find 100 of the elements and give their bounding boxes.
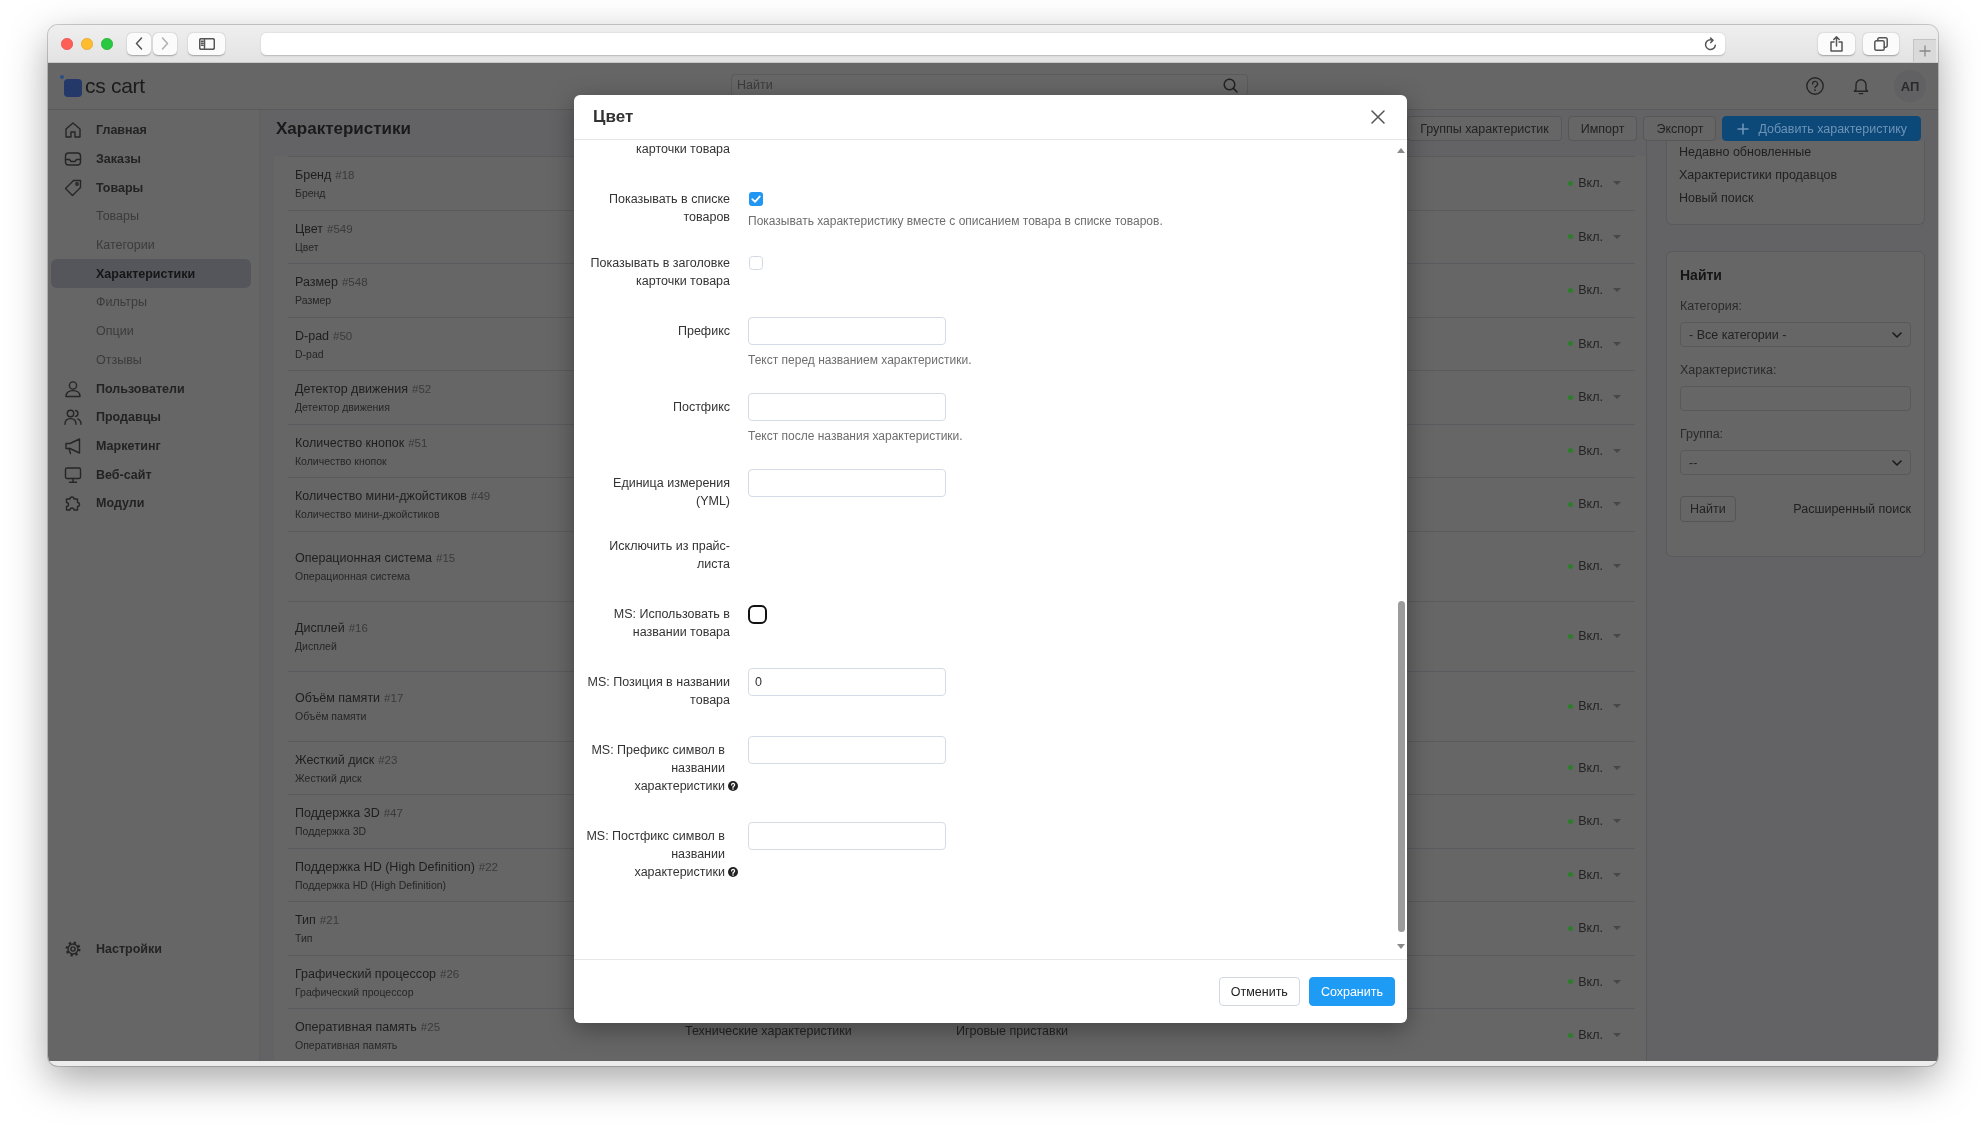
status-dropdown[interactable]: Вкл. (1568, 1028, 1621, 1043)
nav-item[interactable]: Главная (51, 116, 251, 145)
table-cell: Технические характеристики (685, 1024, 852, 1039)
field-label: Постфикс (672, 400, 730, 414)
chevron-right-icon (161, 37, 169, 50)
caret-icon (1613, 819, 1621, 824)
caret-icon (1613, 395, 1621, 400)
sidebar-toggle-button[interactable] (188, 32, 225, 55)
status-dropdown[interactable]: Вкл. (1568, 176, 1621, 191)
close-icon[interactable] (1371, 110, 1385, 124)
status-dropdown[interactable]: Вкл. (1568, 760, 1621, 775)
feature-name[interactable]: Количество кнопок (295, 435, 405, 450)
field-label: Характеристика: (1680, 362, 1777, 379)
feature-subtitle: Размер (295, 293, 332, 309)
feature-subtitle: Поддержка 3D (295, 824, 367, 840)
feature-name[interactable]: Жесткий диск (295, 752, 375, 767)
status-dropdown[interactable]: Вкл. (1568, 867, 1621, 882)
field-label: Показывать в заголовке карточки товара (590, 256, 730, 288)
select-field[interactable]: -- (1680, 450, 1911, 475)
add-button[interactable]: Добавить характеристику (1722, 116, 1921, 141)
tabs-button[interactable] (1863, 32, 1899, 55)
field-label: MS: Позиция в названии товара (587, 675, 730, 707)
status-dropdown[interactable]: Вкл. (1568, 974, 1621, 989)
select-field[interactable]: - Все категории - (1680, 322, 1911, 347)
feature-name[interactable]: Поддержка 3D (295, 806, 380, 821)
feature-name[interactable]: Детектор движения (295, 382, 408, 397)
field-label: карточки товара (636, 142, 730, 156)
feature-subtitle: Цвет (295, 239, 319, 255)
chevron-down-icon (1892, 459, 1902, 466)
feature-name[interactable]: Цвет (295, 221, 323, 236)
nav-item[interactable]: Продавцы (51, 402, 251, 432)
nav-item[interactable]: Маркетинг (51, 431, 251, 461)
status-dropdown[interactable]: Вкл. (1568, 336, 1621, 351)
share-icon (1830, 35, 1843, 52)
toolbar-button[interactable]: Импорт (1567, 116, 1638, 141)
minimize-window-icon (81, 37, 93, 50)
caret-icon (1613, 181, 1621, 186)
tabs-icon (1874, 36, 1888, 51)
tray-icon (64, 150, 82, 169)
back-button[interactable] (127, 32, 151, 55)
status-dropdown[interactable]: Вкл. (1568, 559, 1621, 573)
feature-name[interactable]: Операционная система (295, 551, 432, 565)
toolbar-button[interactable]: Экспорт (1643, 116, 1717, 141)
feature-name[interactable]: Оперативная память (295, 1020, 417, 1035)
feature-name[interactable]: Объём памяти (295, 691, 381, 705)
bell-icon[interactable] (1852, 77, 1870, 95)
save-button[interactable]: Сохранить (1308, 977, 1395, 1006)
nav-item[interactable]: Веб-сайт (51, 460, 251, 489)
status-dropdown[interactable]: Вкл. (1568, 229, 1621, 244)
saved-search-link[interactable]: Недавно обновленные (1679, 141, 1812, 164)
share-button[interactable] (1818, 32, 1855, 55)
status-dropdown[interactable]: Вкл. (1568, 497, 1621, 512)
saved-search-link[interactable]: Новый поиск (1679, 187, 1754, 210)
feature-name[interactable]: Количество мини-джойстиков (295, 489, 467, 504)
caret-icon (1613, 872, 1621, 877)
modal-title: Цвет (593, 107, 634, 127)
new-tab-button[interactable] (1913, 39, 1936, 62)
feature-name[interactable]: Бренд (295, 168, 332, 183)
feature-subtitle: Количество мини-джойстиков (295, 507, 440, 523)
chevron-down-icon (1892, 331, 1902, 338)
checkbox[interactable] (749, 192, 763, 206)
saved-search-link[interactable]: Характеристики продавцов (1679, 164, 1838, 187)
feature-subtitle: D-pad (295, 346, 324, 362)
status-dropdown[interactable]: Вкл. (1568, 390, 1621, 405)
nav-item[interactable]: Заказы (51, 144, 251, 174)
search-button[interactable]: Найти (1680, 496, 1736, 522)
status-dropdown[interactable]: Вкл. (1568, 814, 1621, 829)
feature-name[interactable]: D-pad (295, 328, 330, 343)
nav-item[interactable]: Настройки (51, 934, 251, 963)
caret-icon (1613, 765, 1621, 770)
feature-name[interactable]: Дисплей (295, 621, 345, 635)
home-icon (64, 121, 82, 140)
field-label: Категория: (1680, 298, 1742, 315)
status-dropdown[interactable]: Вкл. (1568, 629, 1621, 643)
scrollbar-thumb[interactable] (1397, 601, 1405, 932)
status-dropdown[interactable]: Вкл. (1568, 699, 1621, 713)
cancel-button[interactable]: Отменить (1218, 977, 1300, 1006)
plus-icon (1737, 122, 1750, 135)
help-icon[interactable] (1806, 77, 1824, 95)
feature-name[interactable]: Тип (295, 913, 316, 928)
caret-icon (1613, 979, 1621, 984)
status-dropdown[interactable]: Вкл. (1568, 443, 1621, 458)
text-input[interactable]: 0 (748, 668, 946, 696)
checkbox[interactable] (748, 604, 767, 624)
caret-icon (1613, 926, 1621, 931)
advanced-search-link[interactable]: Расширенный поиск (1793, 502, 1911, 516)
feature-name[interactable]: Графический процессор (295, 966, 437, 981)
status-dropdown[interactable]: Вкл. (1568, 283, 1621, 298)
nav-subitem[interactable]: Характеристики (51, 259, 251, 289)
toolbar-button[interactable]: Группы характеристик (1407, 116, 1562, 141)
avatar[interactable]: АП (1894, 70, 1926, 102)
status-dropdown[interactable]: Вкл. (1568, 921, 1621, 936)
sidebar-icon (198, 37, 215, 50)
nav-item[interactable]: Товары (51, 173, 251, 203)
nav-item[interactable]: Модули (51, 488, 251, 518)
field-label: Показывать в списке товаров (608, 192, 730, 224)
feature-name[interactable]: Размер (295, 275, 338, 290)
feature-name[interactable]: Поддержка HD (High Definition) (295, 859, 475, 874)
page-title: Характеристики (276, 118, 411, 140)
nav-item[interactable]: Пользователи (51, 374, 251, 403)
